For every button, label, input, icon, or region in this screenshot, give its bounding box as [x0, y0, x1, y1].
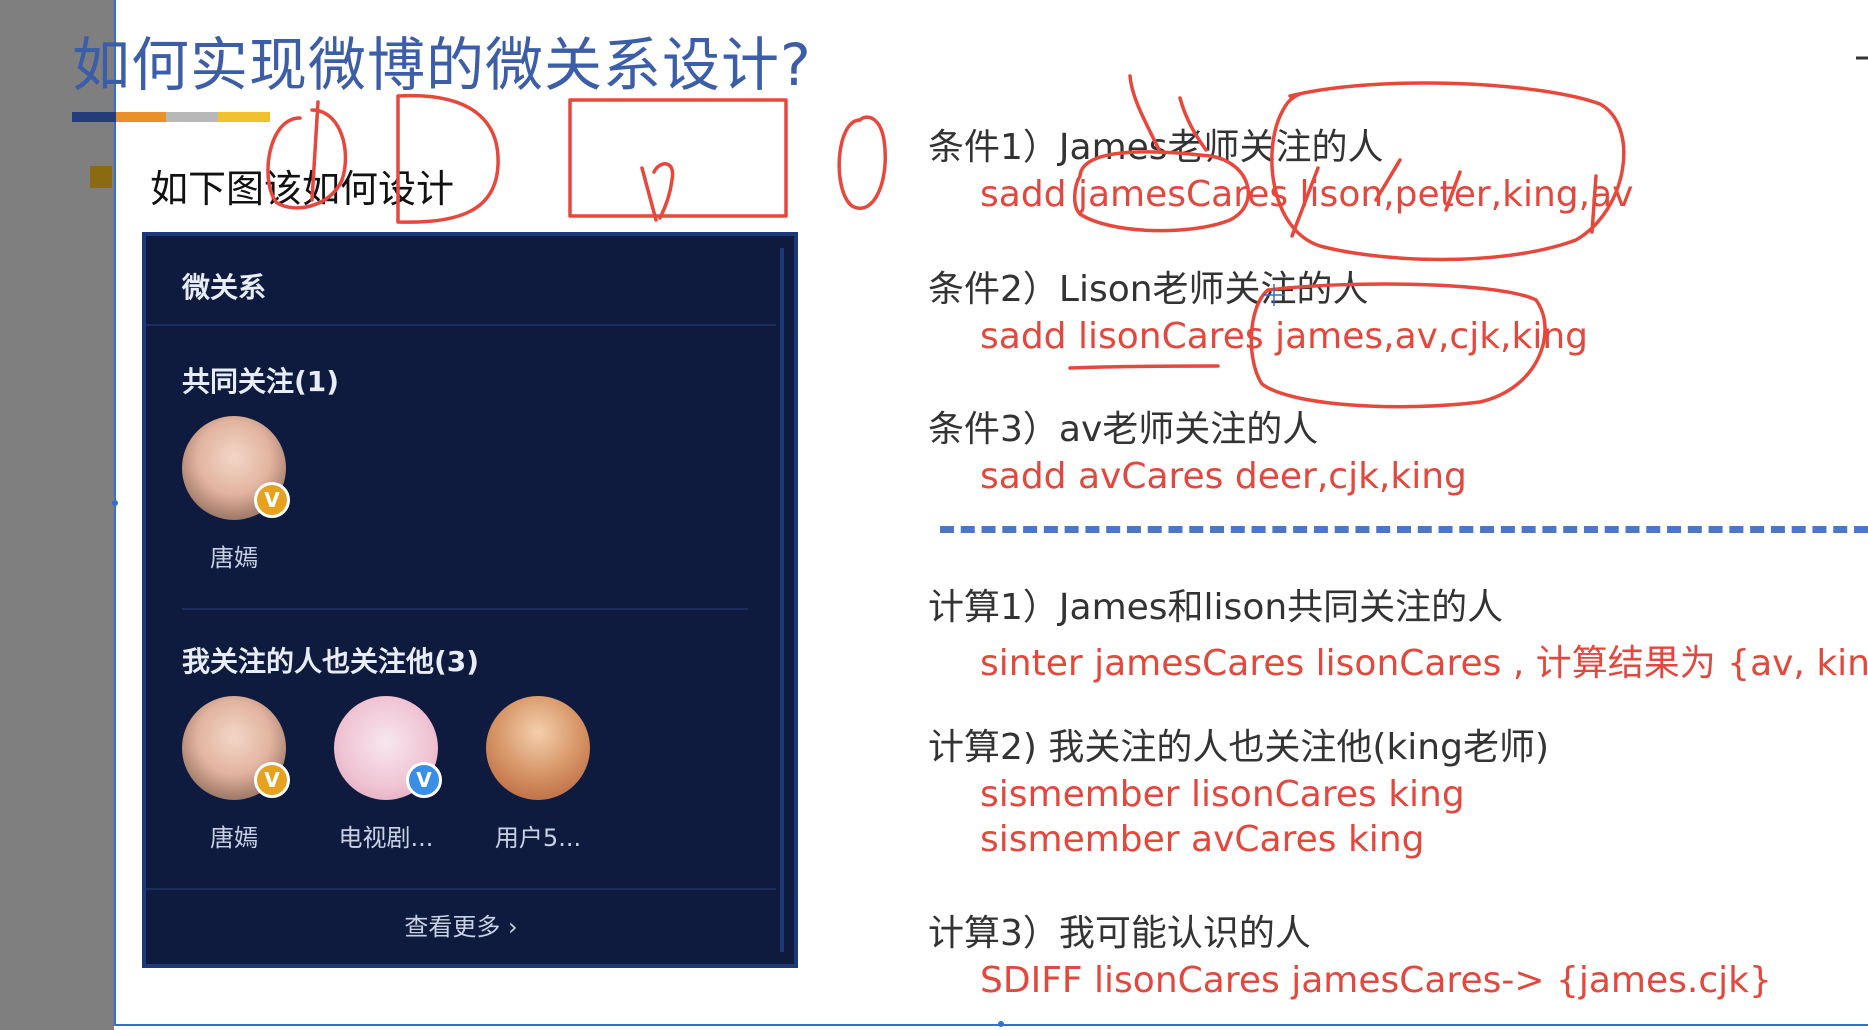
annotation-stroke — [1249, 282, 1547, 409]
annotation-stroke — [640, 162, 675, 222]
annotation-stroke — [1290, 166, 1320, 238]
annotation-stroke — [837, 115, 887, 210]
annotation-stroke — [266, 108, 348, 210]
annotation-stroke — [396, 93, 500, 224]
annotation-stroke — [1068, 364, 1220, 370]
annotation-stroke — [1270, 81, 1626, 262]
annotation-stroke — [1128, 74, 1162, 154]
annotation-stroke — [1178, 96, 1208, 152]
annotation-stroke — [1073, 150, 1250, 233]
annotation-stroke — [1374, 158, 1402, 202]
annotation-stroke — [1444, 170, 1462, 212]
pen-annotations — [266, 56, 1868, 409]
annotation-stroke — [568, 98, 788, 218]
annotation-stroke — [310, 100, 320, 202]
